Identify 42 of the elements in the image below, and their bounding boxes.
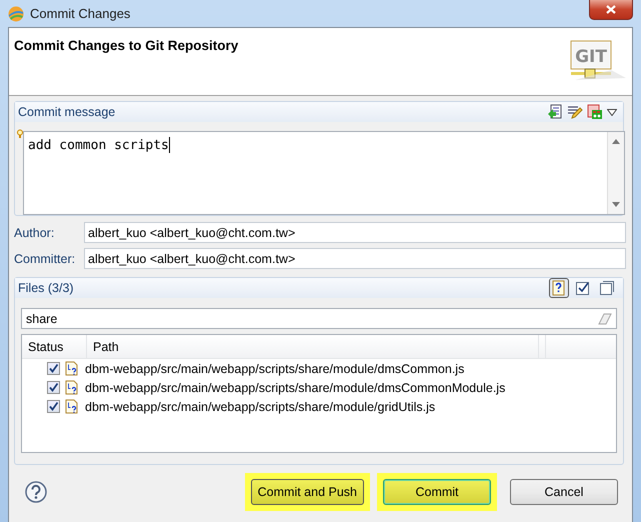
dialog-button[interactable]: Cancel <box>510 478 618 504</box>
dialog-button[interactable]: Commit and Push <box>250 478 364 504</box>
file-path: dbm-webapp/src/main/webapp/scripts/share/module/dmsCommon.js <box>85 362 464 376</box>
scroll-down-arrow-icon[interactable] <box>612 202 620 208</box>
git-logo: GIT <box>570 40 628 82</box>
commit-message-field[interactable]: add common scripts <box>23 131 625 215</box>
message-text: add common scripts <box>28 138 169 153</box>
file-question-icon <box>65 361 78 376</box>
default-button[interactable]: Commit <box>383 478 491 504</box>
dialog-heading: Commit Changes to Git Repository <box>14 38 238 55</box>
deselect-all-button[interactable] <box>597 278 617 298</box>
file-path: dbm-webapp/src/main/webapp/scripts/share/module/dmsCommonModule.js <box>85 380 506 394</box>
author-field[interactable]: albert_kuo <albert_kuo@cht.com.tw> <box>84 222 626 243</box>
lightbulb-icon <box>17 129 23 139</box>
author-label: Author: <box>14 226 56 240</box>
help-icon[interactable] <box>25 480 47 502</box>
section-title: Files (3/3) <box>18 281 75 295</box>
committer-label: Committer: <box>14 252 76 266</box>
question-file-button[interactable] <box>549 278 569 298</box>
section-title: Commit message <box>18 105 116 119</box>
checkbox[interactable] <box>47 381 60 394</box>
filter-field[interactable]: share <box>21 308 617 329</box>
file-question-icon <box>65 380 78 395</box>
committer-field[interactable]: albert_kuo <albert_kuo@cht.com.tw> <box>84 248 626 269</box>
app-icon <box>8 6 24 22</box>
close-icon <box>606 5 616 14</box>
filter-text: share <box>26 312 58 326</box>
file-question-icon <box>65 399 78 414</box>
grid-icon[interactable] <box>587 104 603 120</box>
pencil-note-icon[interactable] <box>567 104 583 120</box>
scroll-up-arrow-icon[interactable] <box>612 138 620 144</box>
column-header[interactable]: Path <box>87 335 539 358</box>
dropdown-triangle-icon[interactable] <box>607 108 617 116</box>
checkbox[interactable] <box>47 362 60 375</box>
text-cursor <box>168 137 170 153</box>
window-title: Commit Changes <box>30 6 130 21</box>
close-button[interactable] <box>589 0 633 20</box>
scrollbar[interactable] <box>607 132 624 214</box>
file-path: dbm-webapp/src/main/webapp/scripts/share/module/gridUtils.js <box>85 400 436 414</box>
column-header[interactable]: Status <box>22 335 87 358</box>
document-icon[interactable] <box>547 104 563 120</box>
checkbox[interactable] <box>47 400 60 413</box>
